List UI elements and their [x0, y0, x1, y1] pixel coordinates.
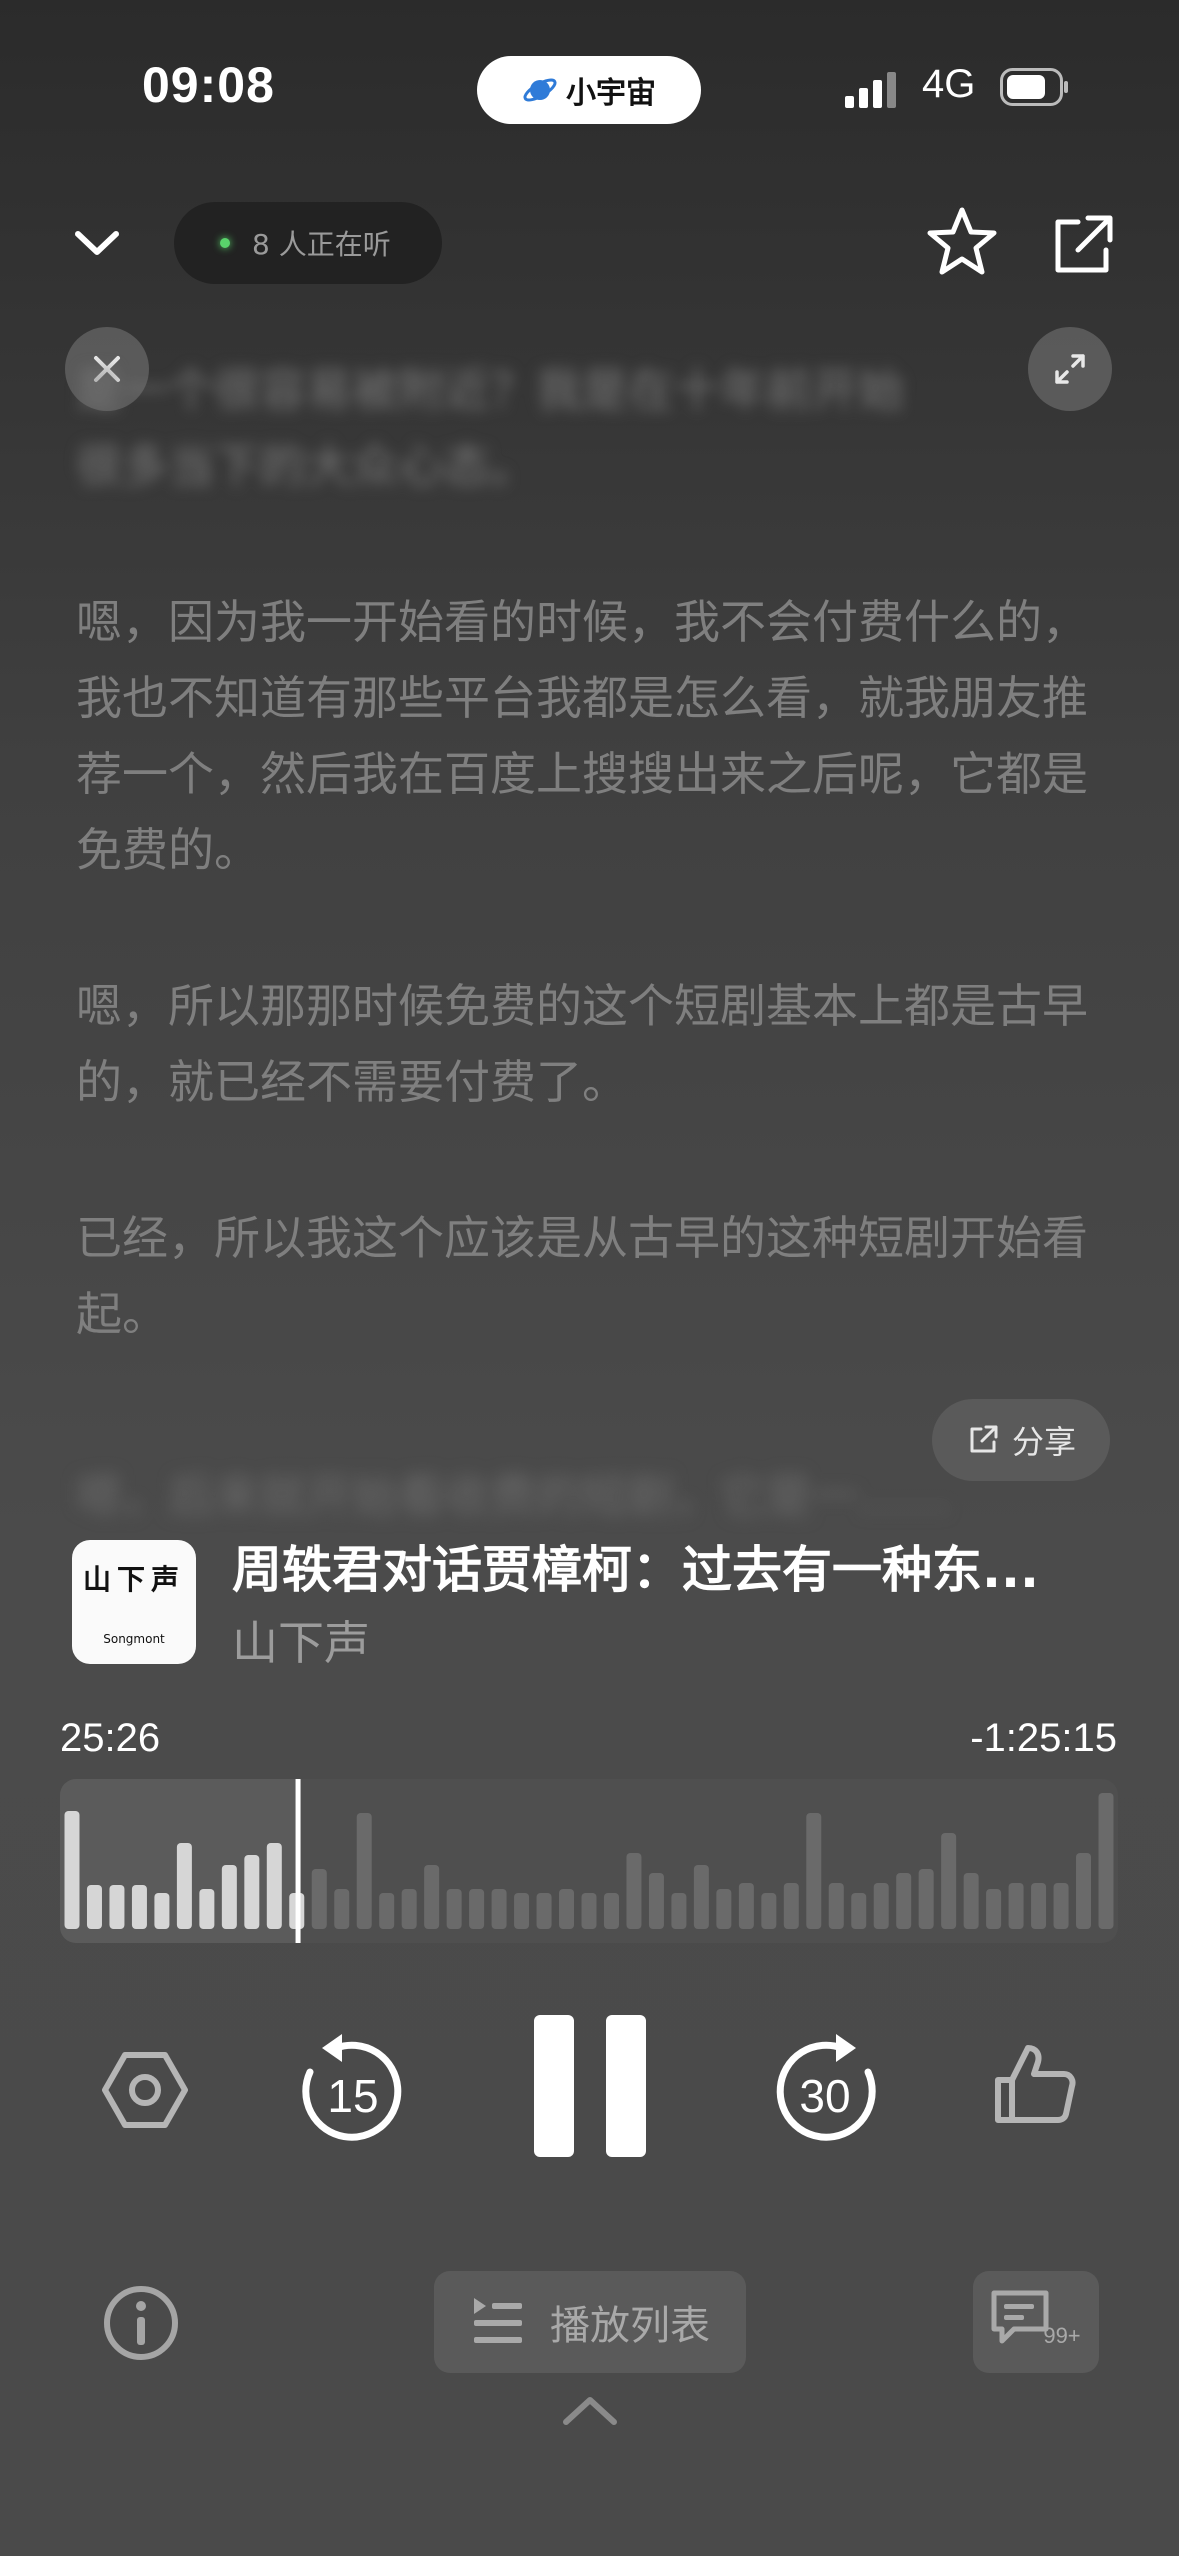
waveform-bar: [693, 1865, 709, 1929]
chevron-down-icon[interactable]: [62, 208, 132, 278]
waveform-bar: [266, 1843, 282, 1929]
waveform-bar: [199, 1889, 215, 1929]
waveform-bar: [446, 1889, 462, 1929]
planet-icon: [523, 78, 557, 102]
rewind-seconds: 15: [327, 2070, 378, 2122]
listeners-badge: 8 人正在听: [174, 202, 442, 284]
listeners-count: 8 人正在听: [252, 228, 391, 261]
forward-seconds: 30: [799, 2070, 850, 2122]
app-pill-label: 小宇宙: [566, 76, 656, 111]
comment-icon: 99+: [991, 2290, 1081, 2348]
waveform-bar: [918, 1869, 934, 1929]
playback-speed-icon[interactable]: [100, 2045, 190, 2135]
waveform-bar: [514, 1893, 530, 1929]
waveform-bar: [311, 1869, 327, 1929]
waveform-bar: [491, 1889, 507, 1929]
comments-button[interactable]: 99+: [973, 2271, 1099, 2373]
waveform-bar: [851, 1893, 867, 1929]
waveform-bar: [581, 1893, 597, 1929]
share-icon[interactable]: [1042, 206, 1122, 286]
waveform-bar: [131, 1885, 147, 1929]
playlist-label: 播放列表: [550, 2303, 710, 2349]
waveform-bar: [783, 1883, 799, 1929]
waveform-bar: [986, 1889, 1002, 1929]
chevron-up-icon[interactable]: [560, 2390, 620, 2430]
waveform-bar: [963, 1873, 979, 1929]
transcript-paragraph: 嗯，所以那那时候免费的这个短剧基本上都是古早的，就已经不需要付费了。: [76, 979, 1088, 1109]
waveform-bar: [603, 1893, 619, 1929]
status-time: 09:08: [142, 57, 275, 113]
pause-button[interactable]: [534, 2015, 646, 2157]
waveform-bar: [806, 1813, 822, 1929]
share-label: 分享: [1011, 1423, 1076, 1461]
transcript-paragraph: 已经，所以我这个应该是从古早的这种短剧开始看起。: [76, 1211, 1088, 1341]
transcript-blurred-line: 是一个很容易被附近？我是在十年前开始: [76, 363, 904, 417]
waveform-bar: [559, 1889, 575, 1929]
live-dot-icon: [220, 238, 230, 248]
app-indicator-pill[interactable]: 小宇宙: [477, 56, 701, 124]
info-icon[interactable]: [102, 2284, 180, 2362]
podcast-cover[interactable]: 山下声 Songmont: [72, 1540, 196, 1664]
waveform-bar: [424, 1865, 440, 1929]
rewind-15-icon: 15: [302, 2034, 402, 2141]
playlist-button[interactable]: 播放列表: [434, 2271, 746, 2373]
transcript-text: 是一个很容易被附近？我是在十年前开始 很多当下的大众心态。 嗯，因为我一开始看的…: [76, 352, 1116, 1352]
waveform-bar: [941, 1833, 957, 1929]
forward-30-icon: 30: [776, 2034, 876, 2141]
waveform-bar: [1098, 1793, 1114, 1929]
waveform-bar: [356, 1813, 372, 1929]
waveform-bar: [716, 1889, 732, 1929]
pause-icon: [534, 2015, 646, 2157]
waveform-bar: [379, 1893, 395, 1929]
waveform-bar: [873, 1883, 889, 1929]
waveform-bar: [221, 1865, 237, 1929]
playlist-icon: [474, 2298, 522, 2343]
show-name[interactable]: 山下声: [232, 1607, 370, 1673]
waveform-bar: [244, 1855, 260, 1929]
waveform-bar: [1076, 1853, 1092, 1929]
comment-count: 99+: [1043, 2323, 1080, 2348]
waveform-bar: [626, 1853, 642, 1929]
waveform-bar: [536, 1893, 552, 1929]
share-transcript-button[interactable]: 分享: [932, 1399, 1110, 1481]
waveform-bar: [738, 1883, 754, 1929]
waveform-scrubber[interactable]: [60, 1779, 1118, 1943]
waveform-bar: [334, 1889, 350, 1929]
transcript-paragraph: 嗯，因为我一开始看的时候，我不会付费什么的，我也不知道有那些平台我都是怎么看，就…: [76, 595, 1088, 877]
waveform-bar: [761, 1893, 777, 1929]
battery-icon: [1000, 68, 1068, 106]
cover-title: 山下声: [82, 1563, 185, 1596]
waveform-bar: [469, 1889, 485, 1929]
waveform-bar: [1008, 1883, 1024, 1929]
waveform-bar: [401, 1889, 417, 1929]
cover-subtitle: Songmont: [103, 1632, 165, 1646]
episode-title[interactable]: 周轶君对话贾樟柯：过去有一种东...: [232, 1530, 1112, 1602]
waveform-bar: [1053, 1883, 1069, 1929]
waveform-bar: [828, 1883, 844, 1929]
waveform-bar: [109, 1885, 125, 1929]
thumbs-up-icon[interactable]: [990, 2040, 1078, 2128]
star-icon[interactable]: [922, 202, 1002, 282]
waveform-bar: [86, 1885, 102, 1929]
cellular-signal-icon: [845, 68, 899, 108]
waveform-bar: [64, 1811, 80, 1929]
network-type: 4G: [922, 62, 976, 106]
share-icon: [970, 1425, 998, 1453]
elapsed-time: 25:26: [60, 1716, 161, 1760]
remaining-time: -1:25:15: [970, 1716, 1117, 1760]
waveform-bar: [176, 1843, 192, 1929]
forward-button[interactable]: 30: [770, 2028, 882, 2146]
waveform-bar: [154, 1893, 170, 1929]
playhead[interactable]: [295, 1779, 301, 1943]
waveform-bar: [1031, 1883, 1047, 1929]
rewind-button[interactable]: 15: [296, 2028, 408, 2146]
transcript-blurred-line: 很多当下的大众心态。: [76, 439, 536, 493]
waveform-bar: [896, 1873, 912, 1929]
waveform-bar: [671, 1893, 687, 1929]
waveform-bar: [648, 1873, 664, 1929]
